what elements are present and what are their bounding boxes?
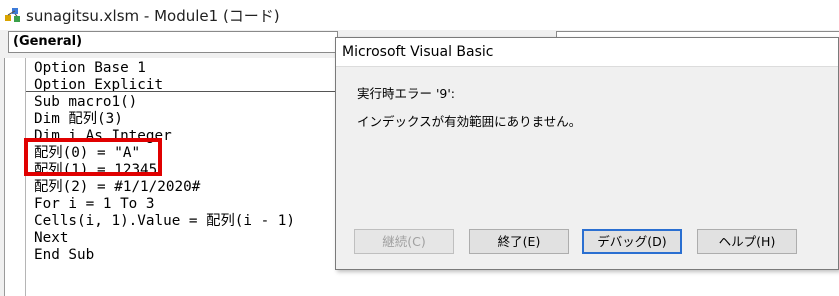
vba-project-icon: [5, 8, 20, 22]
window-title: sunagitsu.xlsm - Module1 (コード): [26, 7, 280, 25]
code-line[interactable]: Next: [34, 230, 68, 247]
procedure-separator: [26, 91, 338, 92]
dialog-title: Microsoft Visual Basic: [342, 44, 494, 60]
continue-button[interactable]: 継続(C): [354, 229, 454, 254]
help-button[interactable]: ヘルプ(H): [697, 229, 797, 254]
debug-button[interactable]: デバッグ(D): [582, 229, 682, 254]
code-line[interactable]: 配列(2) = #1/1/2020#: [34, 179, 200, 196]
error-line-highlight-box: [24, 138, 162, 176]
code-line[interactable]: Dim 配列(3): [34, 111, 123, 128]
error-number-text: 実行時エラー '9':: [357, 86, 456, 101]
code-margin-bar[interactable]: [4, 58, 25, 296]
object-dropdown[interactable]: (General): [8, 31, 338, 53]
code-line[interactable]: End Sub: [34, 247, 94, 264]
end-button[interactable]: 終了(E): [469, 229, 569, 254]
object-dropdown-value: (General): [13, 34, 83, 49]
code-line[interactable]: For i = 1 To 3: [34, 196, 155, 213]
code-line[interactable]: Option Base 1: [34, 60, 146, 77]
runtime-error-dialog: Microsoft Visual Basic 実行時エラー '9': インデック…: [335, 37, 839, 270]
code-line[interactable]: Cells(i, 1).Value = 配列(i - 1): [34, 213, 295, 230]
dialog-title-bar: Microsoft Visual Basic: [336, 38, 838, 67]
error-message-text: インデックスが有効範囲にありません。: [357, 114, 582, 129]
code-line[interactable]: Sub macro1(): [34, 94, 137, 111]
window-title-bar: sunagitsu.xlsm - Module1 (コード): [0, 0, 839, 30]
